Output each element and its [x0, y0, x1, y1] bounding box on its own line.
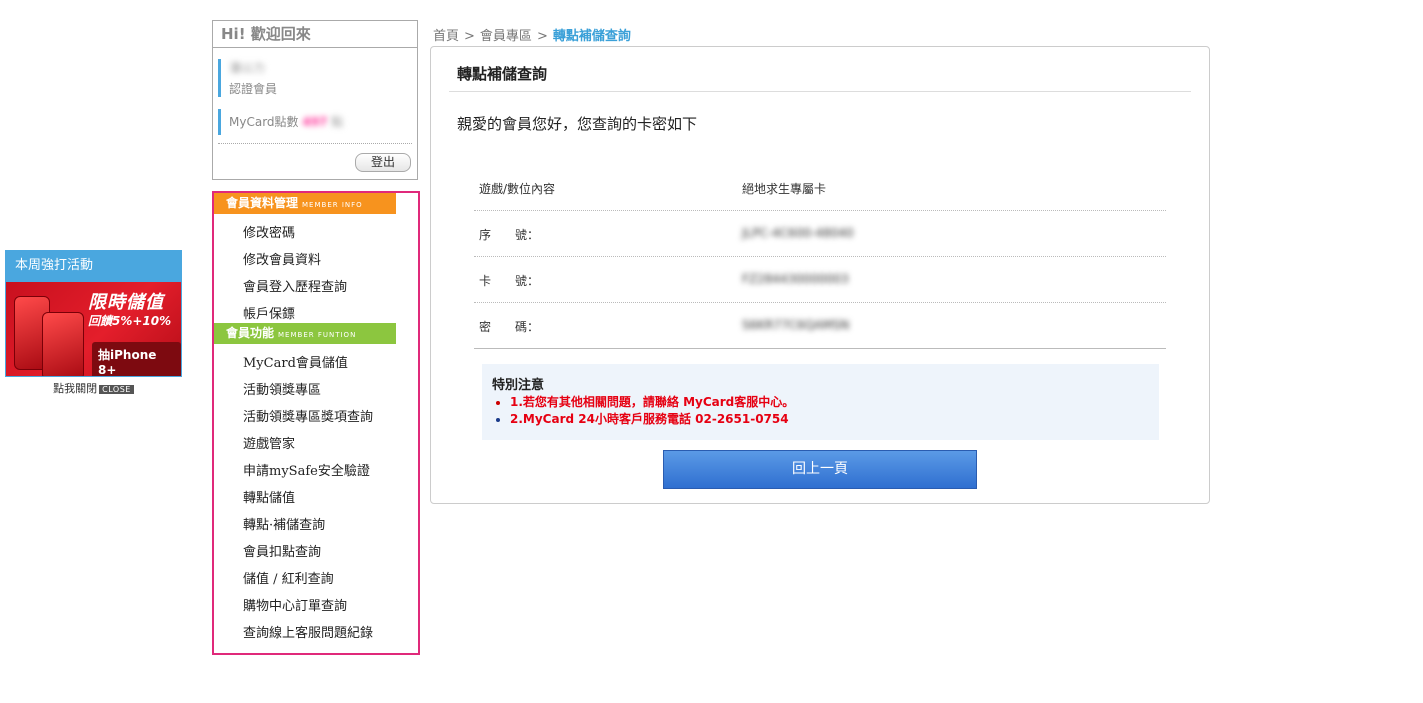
- user-name: 潘以力: [229, 61, 266, 75]
- promo-close-text: 點我關閉: [53, 382, 98, 395]
- welcome-greeting: Hi! 歡迎回來: [213, 21, 417, 48]
- promo-banner[interactable]: 本周強打活動 限時儲值 回饋5%+10% 抽iPhone 8+ 點我關閉 CLOS…: [5, 250, 182, 396]
- promo-prize: 抽iPhone 8+: [92, 342, 181, 376]
- breadcrumb-home[interactable]: 首頁: [433, 29, 459, 44]
- breadcrumb: 首頁 > 會員專區 > 轉點補儲查詢: [433, 25, 631, 44]
- menu-item-transfer-topup[interactable]: 轉點儲值: [243, 487, 295, 506]
- breadcrumb-member[interactable]: 會員專區: [480, 29, 532, 44]
- notice-box: 特別注意 1.若您有其他相關問題，請聯絡 MyCard客服中心。 2.MyCar…: [482, 364, 1159, 440]
- menu-item-event-rewards[interactable]: 活動領獎專區: [243, 379, 321, 398]
- row-label: 序 號：: [479, 228, 540, 242]
- breadcrumb-current: 轉點補儲查詢: [552, 29, 631, 44]
- menu-item-account-guard[interactable]: 帳戶保鏢: [243, 303, 295, 322]
- main-panel: 轉點補儲查詢 親愛的會員您好，您查詢的卡密如下 遊戲/數位內容 絕地求生專屬卡 …: [430, 46, 1210, 504]
- menu-item-event-rewards-query[interactable]: 活動領獎專區獎項查詢: [243, 406, 373, 425]
- table-row: 遊戲/數位內容 絕地求生專屬卡: [474, 165, 1166, 211]
- table-row: 序 號： JLPC-4C600-48040: [474, 211, 1166, 257]
- menu-item-deduction-query[interactable]: 會員扣點查詢: [243, 541, 321, 560]
- menu-section-label: 會員功能: [226, 326, 275, 340]
- menu-item-topup-bonus-query[interactable]: 儲值 / 紅利查詢: [243, 568, 334, 587]
- divider: [218, 143, 412, 144]
- promo-title: 本周強打活動: [5, 250, 182, 282]
- close-icon: CLOSE: [99, 385, 134, 394]
- member-type: 認證會員: [229, 82, 278, 96]
- menu-section-en: MEMBER INFO: [302, 201, 363, 209]
- notice-item: 2.MyCard 24小時客戶服務電話 02-2651-0754: [510, 411, 794, 428]
- menu-section-member-info: 會員資料管理 MEMBER INFO: [214, 193, 396, 214]
- points-unit: 點: [331, 115, 344, 129]
- menu-item-transfer-query[interactable]: 轉點·補儲查詢: [243, 514, 325, 533]
- page-title: 轉點補儲查詢: [457, 65, 548, 83]
- divider: [449, 91, 1191, 92]
- logout-button[interactable]: 登出: [355, 153, 411, 172]
- menu-item-mysafe[interactable]: 申請mySafe安全驗證: [243, 460, 370, 479]
- card-number-value: FZ284430000003: [742, 272, 849, 286]
- serial-value: JLPC-4C600-48040: [742, 226, 854, 240]
- row-label: 卡 號：: [479, 274, 540, 288]
- table-row: 卡 號： FZ284430000003: [474, 257, 1166, 303]
- promo-close[interactable]: 點我關閉 CLOSE: [5, 380, 182, 396]
- notice-list: 1.若您有其他相關問題，請聯絡 MyCard客服中心。 2.MyCard 24小…: [494, 394, 794, 428]
- points-value: 497: [302, 115, 328, 129]
- phone-graphic: [42, 312, 84, 376]
- password-value: S6KR77C6QAMSN: [742, 318, 850, 332]
- row-value: 絕地求生專屬卡: [742, 182, 827, 196]
- member-menu: 會員資料管理 MEMBER INFO 修改密碼 修改會員資料 會員登入歷程查詢 帳…: [212, 191, 420, 655]
- table-row: 密 碼： S6KR77C6QAMSN: [474, 303, 1166, 349]
- points-label: MyCard點數: [229, 115, 299, 129]
- notice-item: 1.若您有其他相關問題，請聯絡 MyCard客服中心。: [510, 394, 794, 411]
- menu-item-mycard-topup[interactable]: MyCard會員儲值: [243, 352, 348, 371]
- user-points: MyCard點數 497 點: [218, 109, 343, 135]
- page-greeting: 親愛的會員您好，您查詢的卡密如下: [457, 115, 698, 133]
- back-button[interactable]: 回上一頁: [663, 450, 977, 489]
- user-info: 潘以力 認證會員: [218, 59, 277, 97]
- row-label: 遊戲/數位內容: [479, 182, 556, 196]
- menu-item-shop-orders[interactable]: 購物中心訂單查詢: [243, 595, 347, 614]
- menu-section-label: 會員資料管理: [226, 196, 299, 210]
- user-box: Hi! 歡迎回來 潘以力 認證會員 MyCard點數 497 點 登出: [212, 20, 418, 180]
- menu-section-member-function: 會員功能 MEMBER FUNTION: [214, 323, 396, 344]
- menu-item-change-password[interactable]: 修改密碼: [243, 222, 295, 241]
- menu-item-support-history[interactable]: 查詢線上客服問題紀錄: [243, 622, 373, 641]
- menu-item-game-manager[interactable]: 遊戲管家: [243, 433, 295, 452]
- menu-item-login-history[interactable]: 會員登入歷程查詢: [243, 276, 347, 295]
- promo-headline: 限時儲值: [88, 292, 164, 313]
- breadcrumb-separator: >: [536, 29, 548, 44]
- promo-subline: 回饋5%+10%: [88, 314, 172, 328]
- menu-section-en: MEMBER FUNTION: [278, 331, 357, 339]
- notice-title: 特別注意: [492, 378, 545, 393]
- row-label: 密 碼：: [479, 320, 540, 334]
- menu-item-edit-profile[interactable]: 修改會員資料: [243, 249, 321, 268]
- promo-image[interactable]: 限時儲值 回饋5%+10% 抽iPhone 8+: [5, 282, 182, 377]
- breadcrumb-separator: >: [464, 29, 475, 44]
